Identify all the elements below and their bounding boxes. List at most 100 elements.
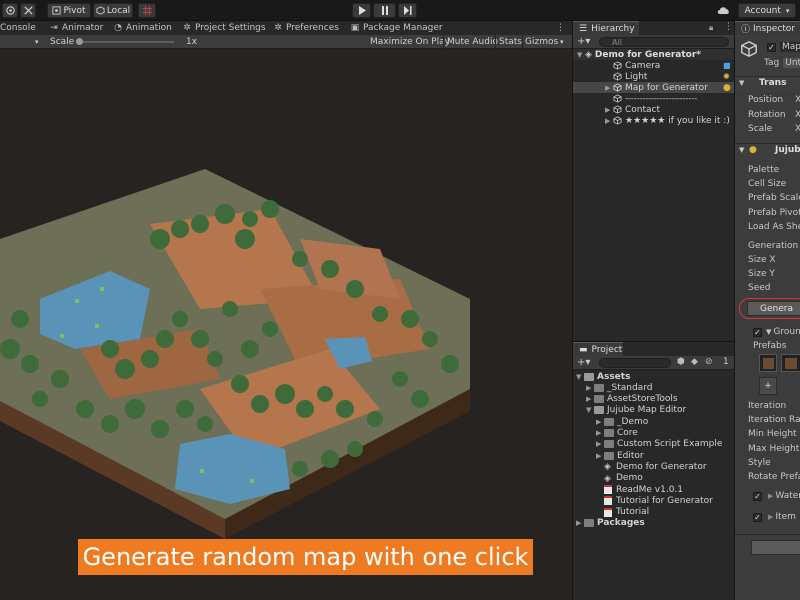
item-label: Light xyxy=(625,71,648,82)
pause-button[interactable] xyxy=(373,3,396,18)
tab-inspector[interactable]: ⓘ Inspector xyxy=(735,21,800,35)
tab-animation[interactable]: ◔ Animation xyxy=(113,21,172,35)
project-item[interactable]: ▶ Custom Script Example xyxy=(573,439,734,450)
step-button[interactable] xyxy=(398,3,417,18)
tab-project-settings[interactable]: ✲ Project Settings xyxy=(182,21,266,35)
mute-audio-toggle[interactable]: Mute Audio xyxy=(447,35,498,49)
object-active-toggle[interactable]: ✓ Map xyxy=(767,41,800,53)
hierarchy-item-map-for-generator[interactable]: ▶ Map for Generator ● xyxy=(573,82,734,93)
add-icon[interactable]: +▾ xyxy=(577,36,590,47)
chevron-down-icon[interactable]: ▾ xyxy=(560,35,564,49)
cloud-icon[interactable] xyxy=(714,3,732,18)
project-item[interactable]: ▶ Core xyxy=(573,428,734,439)
play-button[interactable] xyxy=(352,3,371,18)
water-row[interactable]: ✓ ▶ Water xyxy=(753,490,800,502)
promo-caption: Generate random map with one click xyxy=(78,539,533,575)
checkbox[interactable]: ✓ xyxy=(753,512,762,522)
checkbox[interactable]: ✓ xyxy=(767,42,776,52)
project-item[interactable]: ◈ Demo xyxy=(573,473,734,484)
display-dropdown[interactable]: ▾ xyxy=(35,35,39,49)
project-item[interactable]: Tutorial xyxy=(573,507,734,518)
project-item[interactable]: ▼ Jujube Map Editor xyxy=(573,405,734,416)
hierarchy-item-light[interactable]: Light ✺ xyxy=(573,71,734,82)
grid-snap-icon[interactable] xyxy=(138,3,156,18)
add-prefab-button[interactable]: + xyxy=(759,377,777,395)
local-label: Local xyxy=(106,5,131,16)
hierarchy-item-rating[interactable]: ▶ ★★★★★ if you like it :) xyxy=(573,115,734,126)
hierarchy-item-camera[interactable]: Camera ■ xyxy=(573,60,734,71)
project-item-label: Custom Script Example xyxy=(617,439,723,450)
menu-icon[interactable]: ⋮ xyxy=(724,22,733,32)
scale-slider[interactable] xyxy=(76,35,174,49)
inspector-tab-label: Inspector xyxy=(753,23,795,34)
filter-type-icon[interactable]: ⬢ xyxy=(677,357,685,367)
tool-hand-icon[interactable] xyxy=(2,3,18,18)
item-label: Map for Generator xyxy=(625,82,708,93)
project-item[interactable]: ◈ Demo for Generator xyxy=(573,461,734,473)
hierarchy-item-contact[interactable]: ▶ Contact xyxy=(573,104,734,115)
project-item[interactable]: ▶ AssetStoreTools xyxy=(573,394,734,405)
expand-arrow-icon: ▶ xyxy=(768,492,774,500)
checkbox[interactable]: ✓ xyxy=(753,491,762,501)
generate-button[interactable]: Genera xyxy=(747,301,800,316)
pivot-toggle[interactable]: Pivot xyxy=(47,3,91,18)
hierarchy-search-input[interactable]: All xyxy=(599,37,729,47)
ground-row[interactable]: ✓ ▼ Groun xyxy=(753,326,800,338)
local-toggle[interactable]: Local xyxy=(93,3,133,18)
project-search-input[interactable] xyxy=(599,358,671,368)
hierarchy-item-separator[interactable]: ------------------------- xyxy=(573,93,734,104)
hierarchy-toolbar: +▾ All xyxy=(573,35,734,49)
tab-console[interactable]: Console xyxy=(0,21,36,35)
project-item-label: _Demo xyxy=(617,416,649,427)
maximize-on-play-toggle[interactable]: Maximize On Play xyxy=(370,35,450,49)
tab-preferences[interactable]: ✲ Preferences xyxy=(273,21,339,35)
inspector-field-label: Prefab Scale xyxy=(748,193,800,204)
tab-animator[interactable]: ⇥ Animator xyxy=(49,21,103,35)
divider xyxy=(735,534,800,535)
tab-project[interactable]: ▬ Project xyxy=(573,342,623,356)
folder-icon xyxy=(584,519,594,528)
scale-slider-handle[interactable] xyxy=(76,38,83,45)
expand-arrow-icon: ▼ xyxy=(739,79,745,87)
jujube-script-icon: ● xyxy=(723,82,731,93)
project-item[interactable]: ▶ _Demo xyxy=(573,416,734,427)
tab-hierarchy[interactable]: ☰ Hierarchy xyxy=(573,21,639,35)
pdf-file-icon xyxy=(604,485,612,494)
add-icon[interactable]: +▾ xyxy=(577,357,590,368)
project-item[interactable]: ▶ Packages xyxy=(573,518,734,529)
prefab-slot[interactable] xyxy=(759,354,777,372)
item-row[interactable]: ✓ ▶ Item xyxy=(753,511,796,523)
game-viewport[interactable]: Generate random map with one click xyxy=(0,49,572,600)
transform-header[interactable]: ▼ Trans xyxy=(735,76,800,92)
project-item[interactable]: ▼ Assets xyxy=(573,371,734,382)
project-item[interactable]: ▶ _Standard xyxy=(573,382,734,393)
tab-animator-label: Animator xyxy=(62,23,104,33)
tab-project-settings-label: Project Settings xyxy=(195,23,266,33)
tag-dropdown[interactable]: Unta xyxy=(783,58,800,68)
stats-toggle[interactable]: Stats xyxy=(499,35,522,49)
add-component-button[interactable] xyxy=(751,540,800,555)
jujube-component-header[interactable]: ▼ ● Jujube xyxy=(735,143,800,159)
account-dropdown[interactable]: Account ▾ xyxy=(738,3,796,18)
gizmos-toggle[interactable]: Gizmos xyxy=(525,35,558,49)
item-label: ------------------------- xyxy=(625,94,698,103)
filter-label-icon[interactable]: ◆ xyxy=(691,357,698,367)
lock-icon[interactable]: 🔒︎ xyxy=(709,23,713,33)
pdf-file-icon xyxy=(604,507,612,517)
scene-row[interactable]: ▼ ◈ Demo for Generator* xyxy=(573,49,734,60)
hidden-packages-icon[interactable]: ⊘ xyxy=(705,357,713,367)
checkbox[interactable]: ✓ xyxy=(753,327,762,337)
project-item[interactable]: Tutorial for Generator xyxy=(573,495,734,506)
gameobject-large-icon xyxy=(740,40,758,61)
project-item[interactable]: ReadMe v1.0.1 xyxy=(573,484,734,495)
tab-package-manager[interactable]: ▣ Package Manager xyxy=(350,21,443,35)
tool-transform-icon[interactable] xyxy=(20,3,36,18)
tab-menu-icon[interactable]: ⋮ xyxy=(556,21,565,35)
prefab-slot[interactable] xyxy=(781,354,800,372)
tab-preferences-label: Preferences xyxy=(286,23,339,33)
project-item[interactable]: ▶ Editor xyxy=(573,450,734,461)
folder-icon xyxy=(584,372,594,381)
inspector-panel: ⓘ Inspector ✓ Map Tag Unta ▼ Trans Posit… xyxy=(734,21,800,600)
object-name-field[interactable]: Map xyxy=(780,42,800,52)
x-label: X xyxy=(795,95,800,105)
